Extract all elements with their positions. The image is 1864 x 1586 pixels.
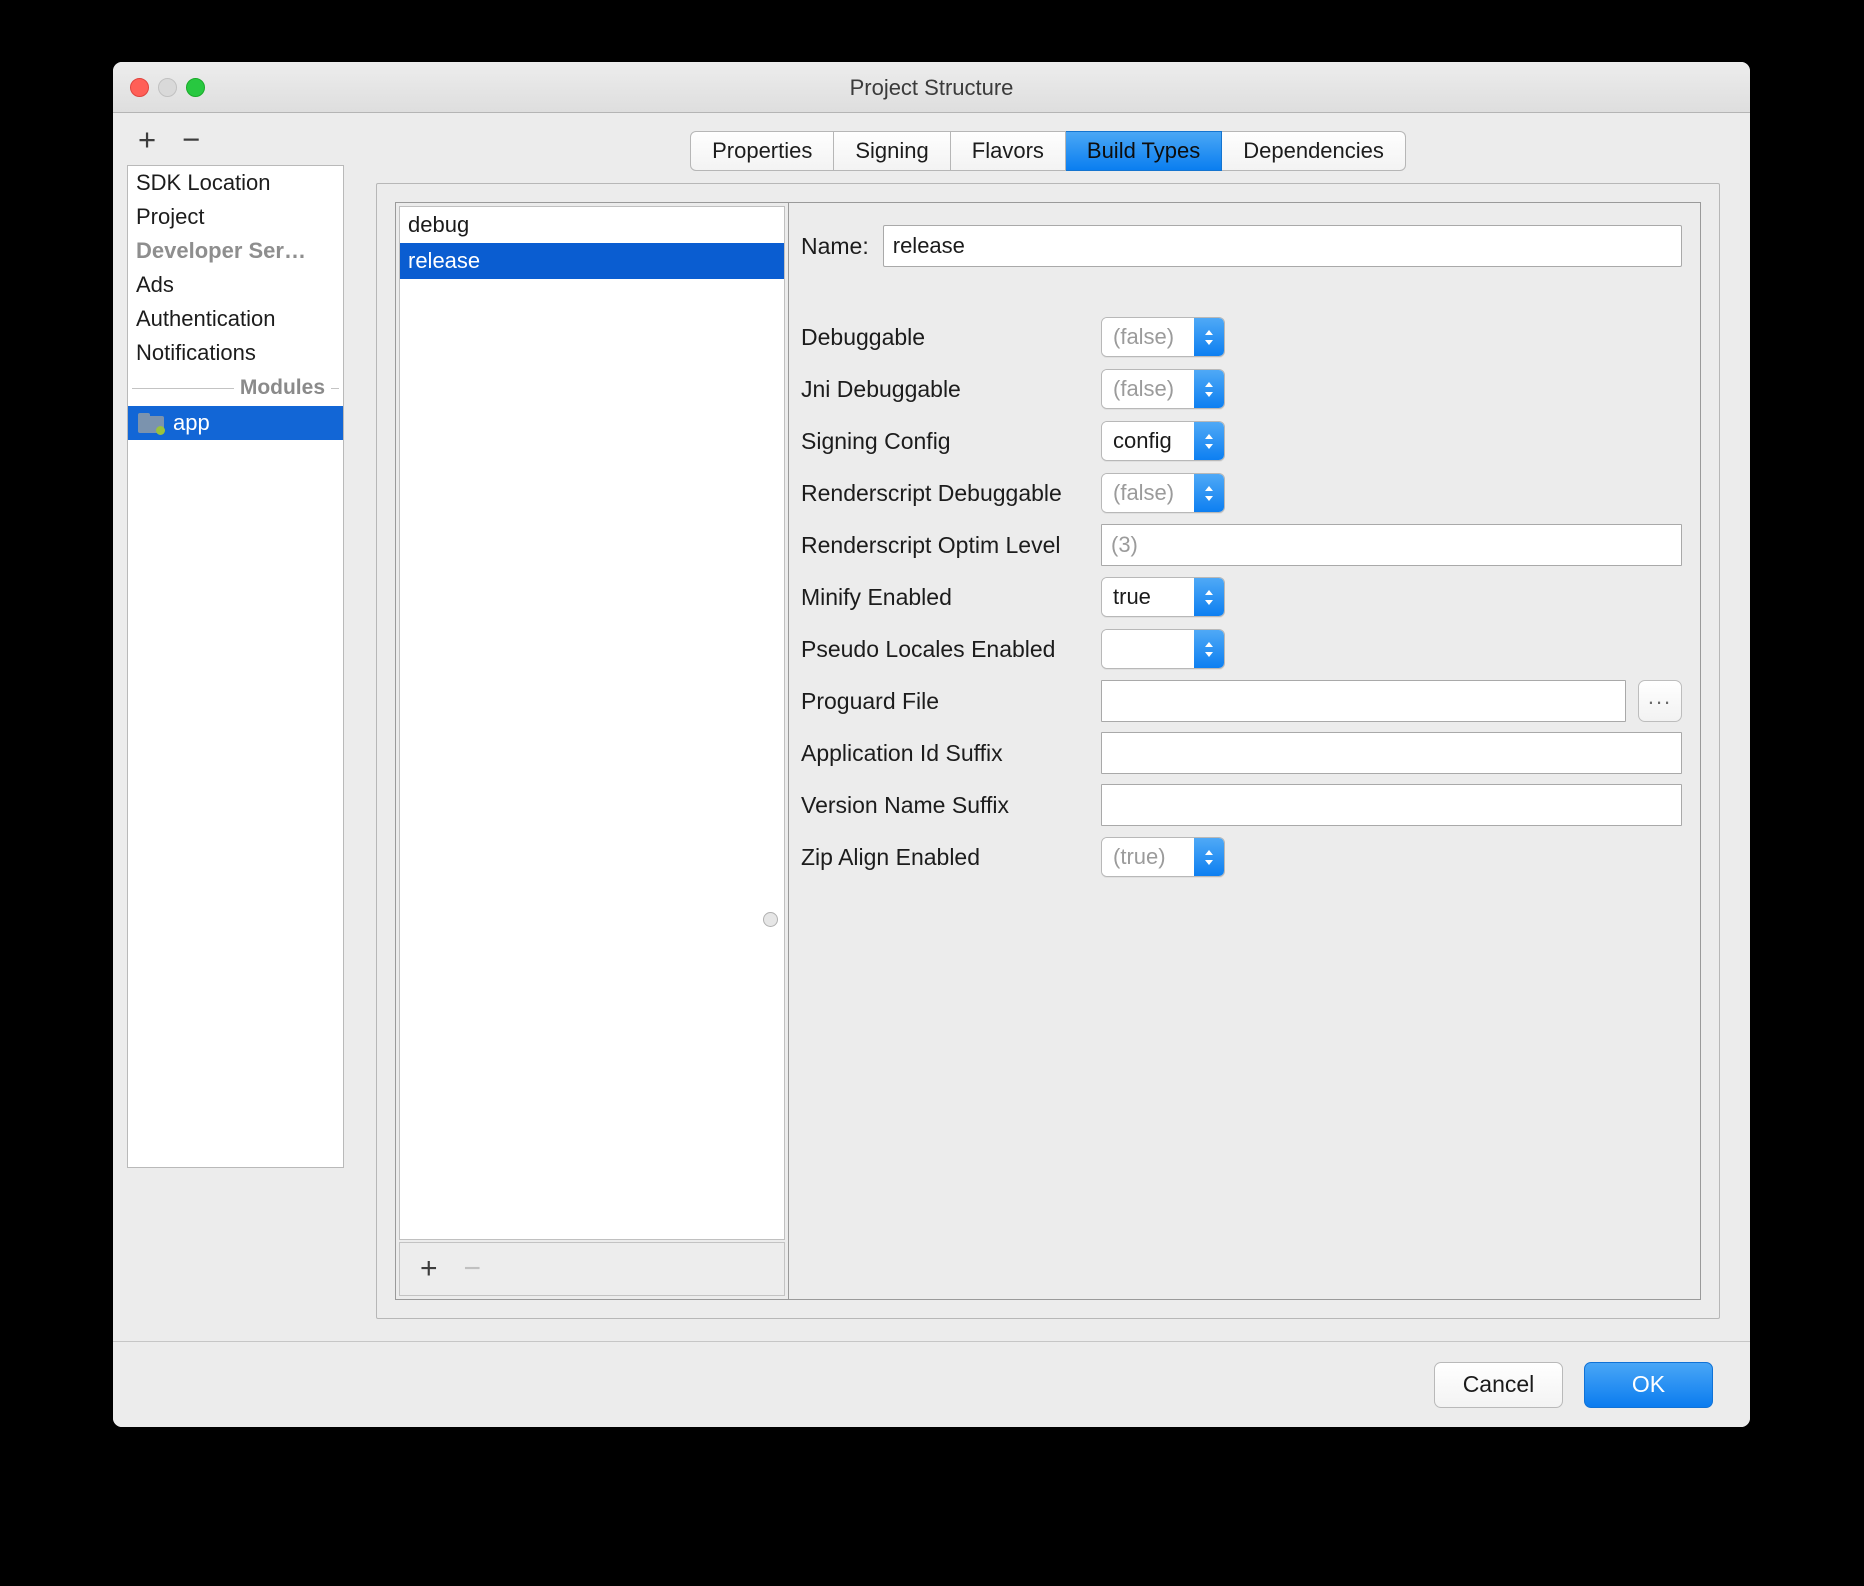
label-debuggable: Debuggable — [801, 323, 926, 350]
stepper-arrows-icon[interactable] — [1194, 630, 1224, 668]
minify-enabled-combo[interactable]: true — [1101, 577, 1225, 617]
stepper-arrows-icon[interactable] — [1194, 370, 1224, 408]
tab-bar: Properties Signing Flavors Build Types D… — [376, 113, 1720, 171]
renderscript-debuggable-value: (false) — [1102, 474, 1194, 512]
row-debuggable: Debuggable (false) — [801, 311, 1682, 363]
row-minify-enabled: Minify Enabled true — [801, 571, 1682, 623]
name-row: Name: release — [801, 225, 1682, 267]
label-jni-debuggable: Jni Debuggable — [801, 375, 961, 402]
label-version-name-suffix: Version Name Suffix — [801, 791, 1009, 818]
zip-align-enabled-combo[interactable]: (true) — [1101, 837, 1225, 877]
row-zip-align-enabled: Zip Align Enabled (true) — [801, 831, 1682, 883]
list-item[interactable]: debug — [400, 207, 784, 243]
debuggable-value: (false) — [1102, 318, 1194, 356]
section-rule-left — [132, 387, 234, 389]
ok-button[interactable]: OK — [1584, 1361, 1713, 1408]
tab-dependencies[interactable]: Dependencies — [1222, 131, 1406, 171]
stepper-arrows-icon[interactable] — [1194, 838, 1224, 876]
sidebar-toolbar: + − — [127, 113, 344, 165]
row-renderscript-debuggable: Renderscript Debuggable (false) — [801, 467, 1682, 519]
content-pane: Properties Signing Flavors Build Types D… — [358, 113, 1750, 1341]
window-body: + − SDK Location Project Developer Ser… … — [113, 113, 1750, 1341]
proguard-file-input[interactable] — [1101, 680, 1626, 722]
sidebar-section-modules: Modules — [128, 370, 343, 406]
window-title: Project Structure — [849, 75, 1014, 100]
renderscript-debuggable-combo[interactable]: (false) — [1101, 473, 1225, 513]
row-proguard-file: Proguard File ... — [801, 675, 1682, 727]
label-application-id-suffix: Application Id Suffix — [801, 739, 1003, 766]
sidebar-section-label: Modules — [239, 376, 325, 399]
label-renderscript-optim-level: Renderscript Optim Level — [801, 531, 1061, 558]
row-pseudo-locales-enabled: Pseudo Locales Enabled — [801, 623, 1682, 675]
sidebar-remove-icon[interactable]: − — [182, 124, 200, 155]
sidebar-item-sdk-location[interactable]: SDK Location — [128, 166, 343, 200]
label-zip-align-enabled: Zip Align Enabled — [801, 843, 981, 870]
project-structure-window: Project Structure + − SDK Location Proje… — [113, 62, 1750, 1427]
sidebar-item-ads[interactable]: Ads — [128, 268, 343, 302]
row-renderscript-optim-level: Renderscript Optim Level (3) — [801, 519, 1682, 571]
window-titlebar: Project Structure — [113, 62, 1750, 113]
sidebar-item-notifications[interactable]: Notifications — [128, 336, 343, 370]
tab-flavors[interactable]: Flavors — [950, 131, 1066, 171]
label-pseudo-locales-enabled: Pseudo Locales Enabled — [801, 635, 1056, 662]
add-build-type-icon[interactable]: + — [420, 1254, 438, 1284]
label-signing-config: Signing Config — [801, 427, 951, 454]
jni-debuggable-value: (false) — [1102, 370, 1194, 408]
name-label: Name: — [801, 232, 869, 259]
form-splitter-knob[interactable] — [763, 912, 778, 927]
row-jni-debuggable: Jni Debuggable (false) — [801, 363, 1682, 415]
stepper-arrows-icon[interactable] — [1194, 318, 1224, 356]
folder-icon — [138, 413, 165, 435]
build-type-form: Name: release Debuggable (false) Jni Deb… — [789, 203, 1700, 1299]
section-rule-right — [331, 387, 339, 389]
signing-config-combo[interactable]: config — [1101, 421, 1225, 461]
sidebar-item-project[interactable]: Project — [128, 200, 343, 234]
cancel-button[interactable]: Cancel — [1434, 1361, 1563, 1408]
renderscript-optim-level-input[interactable]: (3) — [1101, 524, 1682, 566]
label-proguard-file: Proguard File — [801, 687, 940, 714]
build-types-panel: debug release + − Name: release Debuggab… — [376, 183, 1720, 1319]
sidebar-item-label: app — [173, 410, 210, 435]
minify-enabled-value: true — [1102, 578, 1194, 616]
sidebar-item-authentication[interactable]: Authentication — [128, 302, 343, 336]
build-type-list-toolbar: + − — [399, 1242, 785, 1296]
sidebar-add-icon[interactable]: + — [138, 124, 156, 155]
label-minify-enabled: Minify Enabled — [801, 583, 952, 610]
sidebar-list[interactable]: SDK Location Project Developer Ser… Ads … — [127, 165, 344, 1168]
stepper-arrows-icon[interactable] — [1194, 422, 1224, 460]
application-id-suffix-input[interactable] — [1101, 732, 1682, 774]
jni-debuggable-combo[interactable]: (false) — [1101, 369, 1225, 409]
pseudo-locales-enabled-value — [1102, 630, 1194, 668]
build-type-list[interactable]: debug release — [399, 206, 785, 1240]
row-application-id-suffix: Application Id Suffix — [801, 727, 1682, 779]
proguard-file-browse-button[interactable]: ... — [1638, 680, 1682, 722]
tab-build-types[interactable]: Build Types — [1065, 131, 1223, 171]
debuggable-combo[interactable]: (false) — [1101, 317, 1225, 357]
label-renderscript-debuggable: Renderscript Debuggable — [801, 479, 1062, 506]
tab-properties[interactable]: Properties — [690, 131, 835, 171]
version-name-suffix-input[interactable] — [1101, 784, 1682, 826]
signing-config-value: config — [1102, 422, 1194, 460]
dialog-footer: Cancel OK — [113, 1341, 1750, 1427]
list-item[interactable]: release — [400, 243, 784, 279]
build-type-list-column: debug release + − — [396, 203, 789, 1299]
stepper-arrows-icon[interactable] — [1194, 474, 1224, 512]
zip-align-enabled-value: (true) — [1102, 838, 1194, 876]
remove-build-type-icon[interactable]: − — [464, 1254, 482, 1284]
build-types-inner: debug release + − Name: release Debuggab… — [395, 202, 1701, 1300]
stepper-arrows-icon[interactable] — [1194, 578, 1224, 616]
sidebar-item-developer-services[interactable]: Developer Ser… — [128, 234, 343, 268]
sidebar-pane: + − SDK Location Project Developer Ser… … — [113, 113, 358, 1341]
pseudo-locales-enabled-combo[interactable] — [1101, 629, 1225, 669]
name-input[interactable]: release — [882, 225, 1682, 267]
row-signing-config: Signing Config config — [801, 415, 1682, 467]
row-version-name-suffix: Version Name Suffix — [801, 779, 1682, 831]
sidebar-item-app[interactable]: app — [128, 406, 343, 440]
tab-signing[interactable]: Signing — [834, 131, 951, 171]
